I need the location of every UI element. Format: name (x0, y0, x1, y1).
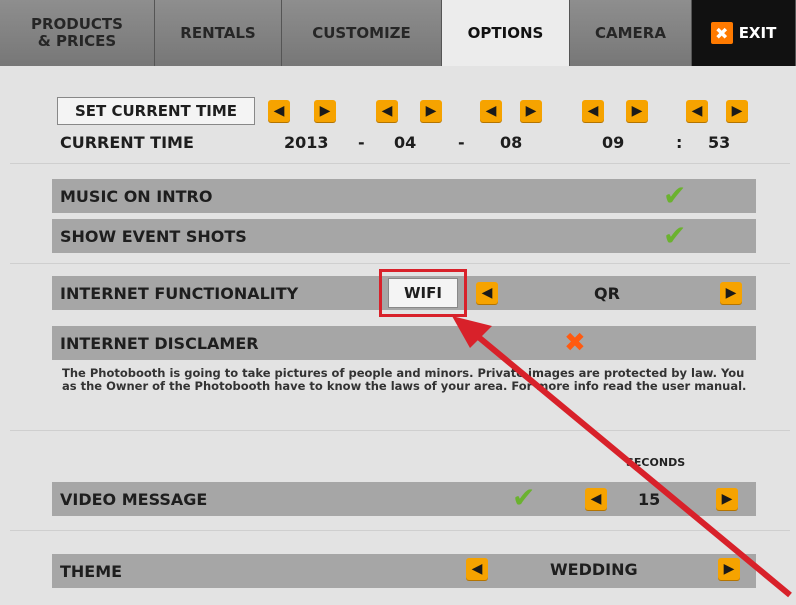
pointer-arrow-shaft (468, 327, 792, 598)
pointer-arrow-overlay (452, 316, 792, 598)
